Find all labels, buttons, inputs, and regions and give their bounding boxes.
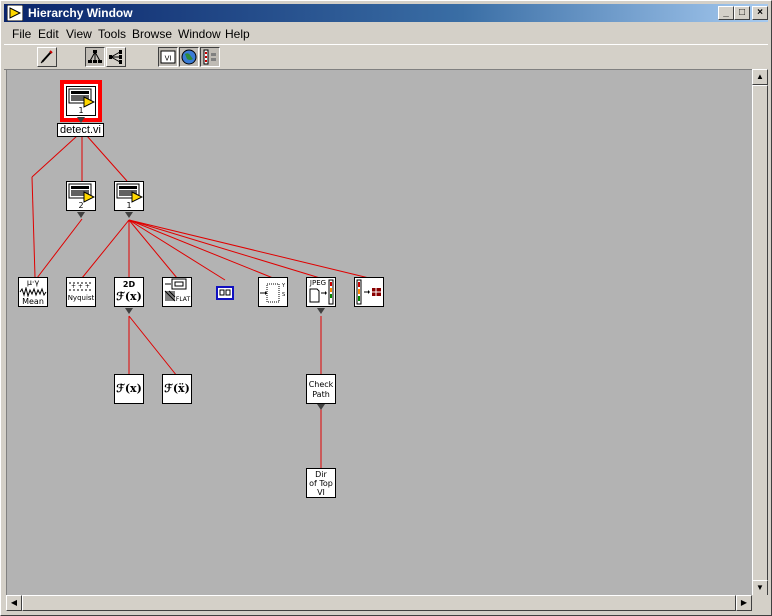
vi-node-sub-b[interactable]: 1 (114, 181, 144, 211)
link-sub-b-flatten (128, 219, 178, 279)
link-sub-b-cluster (128, 219, 226, 281)
menu-browse[interactable]: Browse (132, 27, 172, 41)
instance-count: 1 (78, 106, 84, 115)
maximize-button[interactable]: □ (734, 6, 750, 20)
vi-node-nyquist[interactable]: + + + Nyquist (66, 277, 96, 307)
edit-mode-button[interactable] (37, 47, 57, 67)
hierarchy-canvas[interactable]: 1 detect.vi 2 1 μ·γ Mean + + + Nyquist 2… (6, 69, 754, 596)
node-label-line3: VI (317, 488, 325, 497)
title-bar[interactable]: Hierarchy Window _ □ × (4, 4, 768, 22)
collapse-arrow-icon[interactable] (125, 212, 133, 218)
svg-text:VI: VI (165, 55, 172, 63)
link-sub-b-color (128, 219, 370, 279)
waveform-icon (19, 287, 47, 297)
link-root-mean (31, 135, 78, 178)
node-label-line1: Dir (315, 470, 327, 479)
link-lines (31, 135, 370, 468)
horizontal-scrollbar[interactable]: ◀ ▶ (6, 595, 752, 611)
vi-node-color-table[interactable] (354, 277, 384, 307)
toolbar: VI (4, 44, 768, 70)
node-label: ℱ(ẍ) (164, 382, 190, 395)
cluster-icon (219, 289, 231, 296)
vi-node-array-subset[interactable]: Y S (258, 277, 288, 307)
vi-node-inverse-fft[interactable]: ℱ(ẍ) (162, 374, 192, 404)
node-label: FLAT (175, 296, 191, 303)
svg-text:S: S (282, 292, 285, 298)
menu-view[interactable]: View (66, 27, 92, 41)
color-table-icon (356, 279, 381, 305)
node-label-line2: of Top (309, 479, 333, 488)
node-label: ℱ(x) (116, 382, 142, 395)
svg-text:Y: Y (281, 283, 286, 289)
pencil-icon (40, 50, 53, 64)
horizontal-layout-icon (109, 50, 122, 64)
horizontal-scroll-thumb[interactable] (22, 595, 736, 611)
horizontal-layout-button[interactable] (106, 47, 126, 67)
scroll-down-button[interactable]: ▼ (752, 580, 768, 596)
expand-arrow-icon[interactable] (317, 308, 325, 314)
vertical-layout-button[interactable] (85, 47, 105, 67)
vi-node-sub-a[interactable]: 2 (66, 181, 96, 211)
vertical-layout-icon (88, 50, 102, 63)
hierarchy-window: Hierarchy Window _ □ × File Edit View To… (0, 0, 772, 616)
vi-lib-icon: VI (160, 50, 176, 64)
menu-tools[interactable]: Tools (98, 27, 126, 41)
expand-arrow-icon[interactable] (317, 404, 325, 410)
vi-node-jpeg[interactable]: JPEG (306, 277, 336, 307)
scroll-up-button[interactable]: ▲ (752, 69, 768, 85)
instance-count: 2 (78, 201, 84, 210)
minimize-button[interactable]: _ (718, 6, 734, 20)
svg-text:+ + +: + + + (71, 283, 90, 290)
vi-node-dir-of-top-vi[interactable]: Dir of Top VI (306, 468, 336, 498)
link-fft2d-fx-inv (128, 315, 178, 377)
labview-app-icon (7, 5, 23, 21)
menu-edit[interactable]: Edit (38, 27, 59, 41)
link-sub-b-array (128, 219, 274, 279)
scroll-left-button[interactable]: ◀ (6, 595, 22, 611)
link-sub-b-jpeg (128, 219, 321, 279)
link-root-mean-vert (31, 176, 36, 278)
vi-node-flatten[interactable]: FLAT (162, 277, 192, 307)
node-label-line1: μ·γ (26, 278, 40, 287)
vertical-scroll-thumb[interactable] (752, 85, 768, 593)
vi-node-detect[interactable]: 1 (66, 86, 96, 116)
vi-name-label: detect.vi (57, 123, 104, 137)
vertical-scrollbar[interactable]: ▲ ▼ (752, 69, 768, 596)
link-root-sub-b (86, 135, 128, 182)
expand-arrow-icon[interactable] (77, 212, 85, 218)
jpeg-file-icon (309, 279, 334, 305)
expand-arrow-icon[interactable] (125, 308, 133, 314)
vi-node-check-path[interactable]: Check Path (306, 374, 336, 404)
menu-help[interactable]: Help (225, 27, 250, 41)
node-label-line2: ℱ(x) (116, 290, 142, 303)
node-label: Nyquist (67, 294, 95, 302)
close-button[interactable]: × (752, 6, 768, 20)
node-label-line1: Check (308, 380, 334, 389)
scroll-right-button[interactable]: ▶ (736, 595, 752, 611)
vi-node-mean[interactable]: μ·γ Mean (18, 277, 48, 307)
menu-bar: File Edit View Tools Browse Window Help (4, 25, 768, 43)
node-label-line2: Mean (22, 297, 44, 306)
node-label-line2: Path (312, 390, 330, 399)
include-typedefs-button[interactable] (200, 47, 220, 67)
menu-file[interactable]: File (12, 27, 31, 41)
link-sub-a-mean (36, 218, 83, 279)
vi-node-fft[interactable]: ℱ(x) (114, 374, 144, 404)
link-sub-b-nyquist (81, 219, 130, 279)
include-vi-lib-button[interactable]: VI (158, 47, 178, 67)
node-label-line1: 2D (122, 280, 136, 289)
vi-node-cluster[interactable] (216, 286, 234, 300)
include-globals-button[interactable] (179, 47, 199, 67)
vi-node-fft-2d[interactable]: 2D ℱ(x) (114, 277, 144, 307)
sample-grid-icon: + + + (69, 282, 93, 291)
globe-icon (181, 49, 197, 65)
resize-grip[interactable] (752, 595, 768, 611)
instance-count: 1 (126, 201, 132, 210)
menu-window[interactable]: Window (178, 27, 221, 41)
window-title: Hierarchy Window (28, 6, 133, 20)
array-subset-icon: Y S (260, 283, 286, 303)
typedef-icon (203, 49, 216, 65)
